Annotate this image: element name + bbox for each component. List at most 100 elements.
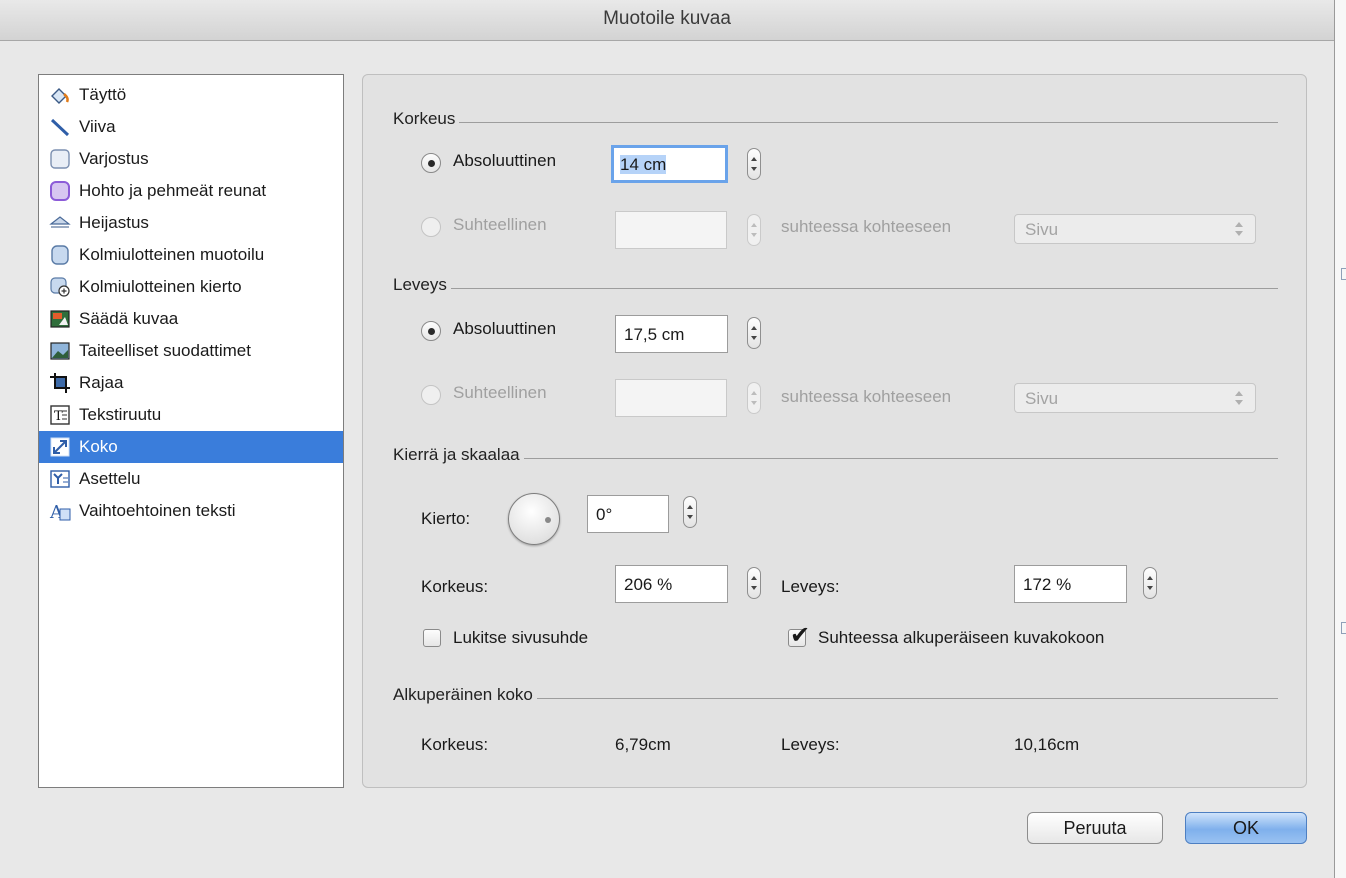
sidebar-item-line[interactable]: Viiva [39,111,343,143]
title-bar[interactable]: Muotoile kuvaa [0,0,1334,41]
sidebar-item-3d-rotation[interactable]: Kolmiulotteinen kierto [39,271,343,303]
sidebar-item-adjust-picture[interactable]: Säädä kuvaa [39,303,343,335]
original-width-value: 10,16cm [1014,735,1080,754]
scale-width-input[interactable]: 172 % [1014,565,1127,603]
edge-bracket-icon [1341,268,1346,280]
crop-icon [49,372,71,394]
divider [393,122,1278,123]
width-relative-label[interactable]: Suhteellinen [453,383,547,403]
scale-height-label: Korkeus: [421,577,489,596]
adjust-picture-icon [49,308,71,330]
width-absolute-stepper[interactable] [747,317,761,349]
height-relative-stepper[interactable] [747,214,761,246]
sidebar-item-artistic-filters[interactable]: Taiteelliset suodattimet [39,335,343,367]
sidebar-item-label: Koko [79,437,118,456]
width-relative-stepper[interactable] [747,382,761,414]
original-height-label: Korkeus: [421,735,489,754]
sidebar-item-label: Taiteelliset suodattimet [79,341,251,360]
height-relative-to-select[interactable]: Sivu [1014,214,1256,244]
reflection-icon [49,212,71,234]
cancel-button[interactable]: Peruuta [1027,812,1163,844]
width-relative-radio[interactable] [421,385,441,405]
height-relative-input[interactable] [615,211,727,249]
rotation-knob[interactable] [508,493,560,545]
sidebar-item-fill[interactable]: Täyttö [39,79,343,111]
original-width-label: Leveys: [781,735,840,754]
scale-width-stepper[interactable] [1143,567,1157,599]
sidebar-item-label: Rajaa [79,373,124,392]
checkmark-icon: ✔ [790,621,811,649]
alt-text-icon: A [49,500,71,522]
radio-dot [428,160,435,167]
sidebar-item-layout[interactable]: Asettelu [39,463,343,495]
background-window-edge [1334,0,1346,878]
artistic-filters-icon [49,340,71,362]
size-panel: Korkeus Absoluuttinen 14 cm Suhteellinen… [362,74,1307,788]
line-icon [49,116,71,138]
select-value: Sivu [1025,220,1059,239]
rotate-scale-section-header: Kierrä ja skaalaa [393,445,1278,465]
sidebar-item-glow[interactable]: Hohto ja pehmeät reunat [39,175,343,207]
width-absolute-radio[interactable] [421,321,441,341]
3d-rotation-icon [49,276,71,298]
lock-aspect-label[interactable]: Lukitse sivusuhde [453,628,588,648]
sidebar-item-alt-text[interactable]: A Vaihtoehtoinen teksti [39,495,343,527]
rotation-label: Kierto: [421,509,471,528]
glow-icon [49,180,71,202]
radio-dot [428,328,435,335]
sidebar-item-label: Viiva [79,117,116,136]
section-title: Korkeus [393,109,460,129]
section-title: Kierrä ja skaalaa [393,445,524,465]
rotation-stepper[interactable] [683,496,697,528]
sidebar-item-text-box[interactable]: T Tekstiruutu [39,399,343,431]
sidebar-item-label: Kolmiulotteinen kierto [79,277,242,296]
height-absolute-label[interactable]: Absoluuttinen [453,151,556,171]
lock-aspect-checkbox[interactable] [423,629,441,647]
width-relative-to-select[interactable]: Sivu [1014,383,1256,413]
height-absolute-stepper[interactable] [747,148,761,180]
section-title: Leveys [393,275,451,295]
rotation-input[interactable]: 0° [587,495,669,533]
height-absolute-input[interactable]: 14 cm [611,145,728,183]
sidebar-item-crop[interactable]: Rajaa [39,367,343,399]
sidebar-item-label: Säädä kuvaa [79,309,179,328]
sidebar-item-label: Kolmiulotteinen muotoilu [79,245,265,264]
section-title: Alkuperäinen koko [393,685,537,705]
width-relative-to-label: suhteessa kohteeseen [781,387,952,406]
popup-arrows-icon [1235,222,1243,236]
sidebar-item-label: Asettelu [79,469,141,488]
width-absolute-input[interactable]: 17,5 cm [615,315,728,353]
height-absolute-radio[interactable] [421,153,441,173]
svg-text:T: T [54,409,63,424]
width-relative-input[interactable] [615,379,727,417]
original-size-section-header: Alkuperäinen koko [393,685,1278,705]
relative-original-checkbox[interactable]: ✔ [788,623,810,647]
height-relative-label[interactable]: Suhteellinen [453,215,547,235]
width-section-header: Leveys [393,275,1278,295]
knob-indicator [545,517,551,523]
sidebar-item-label: Heijastus [79,213,149,232]
height-relative-to-label: suhteessa kohteeseen [781,217,952,236]
height-relative-radio[interactable] [421,217,441,237]
sidebar-item-3d-format[interactable]: Kolmiulotteinen muotoilu [39,239,343,271]
ok-button[interactable]: OK [1185,812,1307,844]
sidebar-item-shadow[interactable]: Varjostus [39,143,343,175]
divider [393,288,1278,289]
sidebar-item-reflection[interactable]: Heijastus [39,207,343,239]
height-section-header: Korkeus [393,109,1278,129]
scale-width-label: Leveys: [781,577,840,596]
sidebar-item-label: Varjostus [79,149,149,168]
width-absolute-label[interactable]: Absoluuttinen [453,319,556,339]
shadow-icon [49,148,71,170]
scale-height-stepper[interactable] [747,567,761,599]
divider [393,458,1278,459]
relative-original-label[interactable]: Suhteessa alkuperäiseen kuvakokoon [818,628,1104,648]
scale-height-input[interactable]: 206 % [615,565,728,603]
sidebar-item-size[interactable]: Koko [39,431,343,463]
category-list[interactable]: Täyttö Viiva Varjostus Hohto ja pehmeät … [38,74,344,788]
sidebar-item-label: Tekstiruutu [79,405,162,424]
text-box-icon: T [49,404,71,426]
edge-bracket-icon [1341,622,1346,634]
popup-arrows-icon [1235,391,1243,405]
layout-icon [49,468,71,490]
